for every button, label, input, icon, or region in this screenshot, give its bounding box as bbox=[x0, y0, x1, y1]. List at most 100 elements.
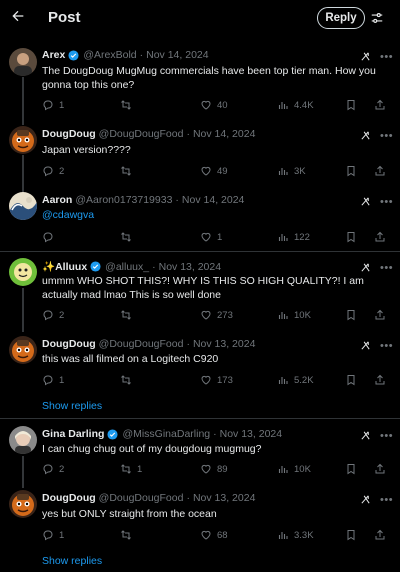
views-action[interactable]: 122 bbox=[277, 231, 310, 243]
share-icon[interactable] bbox=[374, 309, 386, 321]
share-icon[interactable] bbox=[374, 99, 386, 111]
views-action[interactable]: 5.2K bbox=[277, 374, 314, 386]
author-name[interactable]: Aaron bbox=[42, 194, 72, 206]
reply-button[interactable]: Reply bbox=[317, 7, 365, 29]
views-action[interactable]: 10K bbox=[277, 463, 311, 475]
show-replies-link[interactable]: Show replies bbox=[42, 400, 102, 412]
author-name[interactable]: DougDoug bbox=[42, 338, 96, 350]
bookmark-icon[interactable] bbox=[345, 231, 357, 243]
retweet-action[interactable] bbox=[120, 165, 137, 177]
more-options-icon[interactable]: ••• bbox=[380, 340, 393, 351]
like-action[interactable]: 1 bbox=[200, 231, 222, 243]
reply-action[interactable]: 1 bbox=[42, 99, 64, 111]
like-action[interactable]: 49 bbox=[200, 165, 228, 177]
views-action[interactable]: 4.4K bbox=[277, 99, 314, 111]
reply-tweet[interactable]: DougDoug @DougDougFood · Nov 13, 2024 ••… bbox=[0, 330, 400, 390]
bookmark-icon[interactable] bbox=[345, 165, 357, 177]
author-handle[interactable]: @DougDougFood bbox=[99, 128, 184, 140]
tweet-date[interactable]: Nov 13, 2024 bbox=[159, 261, 221, 273]
tweet-date[interactable]: Nov 14, 2024 bbox=[146, 49, 208, 61]
views-action[interactable]: 10K bbox=[277, 309, 311, 321]
more-options-icon[interactable]: ••• bbox=[380, 51, 393, 62]
like-action[interactable]: 173 bbox=[200, 374, 233, 386]
bookmark-icon[interactable] bbox=[345, 309, 357, 321]
grok-icon[interactable] bbox=[360, 196, 371, 207]
author-handle[interactable]: @MissGinaDarling bbox=[122, 428, 210, 440]
reply-action[interactable]: 2 bbox=[42, 165, 64, 177]
reply-tweet[interactable]: Gina Darling @MissGinaDarling · Nov 13, … bbox=[0, 419, 400, 479]
retweet-action[interactable] bbox=[120, 374, 137, 386]
author-name[interactable]: Arex bbox=[42, 49, 65, 61]
reply-tweet[interactable]: DougDoug @DougDougFood · Nov 14, 2024 ••… bbox=[0, 120, 400, 180]
avatar-dougdoug[interactable] bbox=[9, 336, 37, 364]
tweet-date[interactable]: Nov 13, 2024 bbox=[193, 492, 255, 504]
back-arrow-icon[interactable] bbox=[10, 8, 26, 24]
bookmark-icon[interactable] bbox=[345, 374, 357, 386]
more-options-icon[interactable]: ••• bbox=[380, 494, 393, 505]
avatar-gina[interactable] bbox=[9, 426, 37, 454]
author-name[interactable]: ✨Alluux bbox=[42, 260, 87, 273]
author-handle[interactable]: @DougDougFood bbox=[99, 338, 184, 350]
reply-action[interactable] bbox=[42, 231, 59, 243]
share-icon[interactable] bbox=[374, 529, 386, 541]
bookmark-icon[interactable] bbox=[345, 529, 357, 541]
avatar-dougdoug[interactable] bbox=[9, 126, 37, 154]
tweet-date[interactable]: Nov 14, 2024 bbox=[193, 128, 255, 140]
grok-icon[interactable] bbox=[360, 340, 371, 351]
author-handle[interactable]: @ArexBold bbox=[83, 49, 136, 61]
like-count: 173 bbox=[217, 374, 233, 386]
grok-icon[interactable] bbox=[360, 130, 371, 141]
show-replies-link[interactable]: Show replies bbox=[42, 555, 102, 567]
reply-tweet[interactable]: Aaron @Aaron0173719933 · Nov 14, 2024 ••… bbox=[0, 186, 400, 248]
author-handle[interactable]: @alluux_ bbox=[105, 261, 149, 273]
grok-icon[interactable] bbox=[360, 430, 371, 441]
more-options-icon[interactable]: ••• bbox=[380, 130, 393, 141]
views-action[interactable]: 3.3K bbox=[277, 529, 314, 541]
share-icon[interactable] bbox=[374, 463, 386, 475]
mention-link[interactable]: @cdawgva bbox=[42, 208, 387, 222]
reply-action[interactable]: 2 bbox=[42, 309, 64, 321]
author-name[interactable]: DougDoug bbox=[42, 128, 96, 140]
avatar-alluux[interactable] bbox=[9, 258, 37, 286]
grok-icon[interactable] bbox=[360, 262, 371, 273]
views-action[interactable]: 3K bbox=[277, 165, 306, 177]
retweet-action[interactable] bbox=[120, 99, 137, 111]
bookmark-icon[interactable] bbox=[345, 99, 357, 111]
author-name[interactable]: DougDoug bbox=[42, 492, 96, 504]
like-action[interactable]: 273 bbox=[200, 309, 233, 321]
like-action[interactable]: 89 bbox=[200, 463, 228, 475]
bookmark-icon[interactable] bbox=[345, 463, 357, 475]
share-icon[interactable] bbox=[374, 374, 386, 386]
reply-tweet[interactable]: ✨Alluux @alluux_ · Nov 13, 2024 ••• ummm… bbox=[0, 252, 400, 324]
grok-icon[interactable] bbox=[360, 494, 371, 505]
author-handle[interactable]: @DougDougFood bbox=[99, 492, 184, 504]
like-action[interactable]: 68 bbox=[200, 529, 228, 541]
retweet-action[interactable] bbox=[120, 231, 137, 243]
retweet-action[interactable]: 1 bbox=[120, 463, 142, 475]
like-action[interactable]: 40 bbox=[200, 99, 228, 111]
avatar-arex[interactable] bbox=[9, 48, 37, 76]
tweet-date[interactable]: Nov 13, 2024 bbox=[193, 338, 255, 350]
reply-icon bbox=[43, 310, 53, 321]
reply-tweet[interactable]: DougDoug @DougDougFood · Nov 13, 2024 ••… bbox=[0, 484, 400, 544]
reply-action[interactable]: 2 bbox=[42, 463, 64, 475]
tweet-date[interactable]: Nov 14, 2024 bbox=[182, 194, 244, 206]
avatar-aaron[interactable] bbox=[9, 192, 37, 220]
reply-action[interactable]: 1 bbox=[42, 374, 64, 386]
more-options-icon[interactable]: ••• bbox=[380, 262, 393, 273]
share-icon[interactable] bbox=[374, 231, 386, 243]
retweet-action[interactable] bbox=[120, 309, 137, 321]
tweet-date[interactable]: Nov 13, 2024 bbox=[220, 428, 282, 440]
share-icon[interactable] bbox=[374, 165, 386, 177]
reply-action[interactable]: 1 bbox=[42, 529, 64, 541]
grok-icon[interactable] bbox=[360, 51, 371, 62]
more-options-icon[interactable]: ••• bbox=[380, 430, 393, 441]
retweet-action[interactable] bbox=[120, 529, 137, 541]
author-handle[interactable]: @Aaron0173719933 bbox=[75, 194, 172, 206]
avatar-dougdoug[interactable] bbox=[9, 490, 37, 518]
like-count: 1 bbox=[217, 231, 223, 243]
reply-tweet[interactable]: Arex @ArexBold · Nov 14, 2024 ••• The Do… bbox=[0, 40, 400, 120]
author-name[interactable]: Gina Darling bbox=[42, 428, 104, 440]
more-options-icon[interactable]: ••• bbox=[380, 196, 393, 207]
sliders-icon[interactable] bbox=[370, 11, 384, 25]
